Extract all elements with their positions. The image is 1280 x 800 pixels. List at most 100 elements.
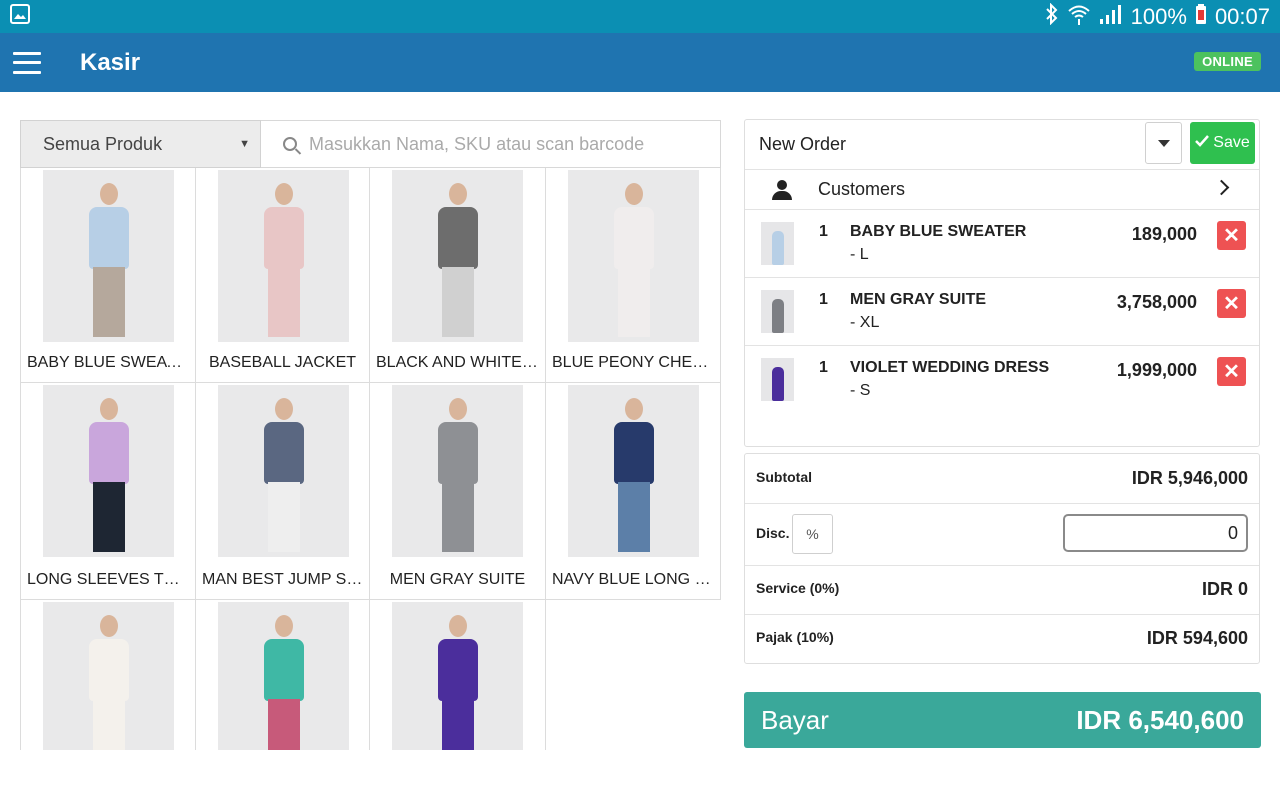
category-select[interactable]: Semua Produk ▼ xyxy=(20,120,261,168)
product-tile[interactable] xyxy=(20,600,196,750)
battery-icon xyxy=(1195,3,1207,30)
product-image xyxy=(43,385,174,557)
product-tile[interactable]: BASEBALL JACKET xyxy=(196,168,370,383)
order-header: New Order Save xyxy=(745,120,1259,170)
order-item-thumbnail xyxy=(761,222,794,265)
product-name: BASEBALL JACKET xyxy=(208,354,357,371)
order-item-variant: - XL xyxy=(850,314,880,331)
product-tile[interactable] xyxy=(196,600,370,750)
product-tile[interactable]: BLUE PEONY CHEO... xyxy=(546,168,721,383)
order-item-price: 1,999,000 xyxy=(1116,360,1197,380)
app-bar: Kasir ONLINE xyxy=(0,33,1280,92)
image-icon xyxy=(10,4,30,29)
order-item-name: BABY BLUE SWEATER xyxy=(850,223,1027,240)
remove-item-button[interactable]: ✕ xyxy=(1217,289,1246,318)
category-select-value: Semua Produk xyxy=(43,133,163,154)
pay-button[interactable]: Bayar IDR 6,540,600 xyxy=(744,692,1261,748)
totals-panel: Subtotal IDR 5,946,000 Disc. % Service (… xyxy=(744,453,1260,664)
product-image xyxy=(392,602,523,750)
product-name: LONG SLEEVES TSHI... xyxy=(27,571,195,588)
product-image xyxy=(392,385,523,557)
order-item-name: MEN GRAY SUITE xyxy=(850,291,987,308)
product-name: MAN BEST JUMP SU... xyxy=(202,571,369,588)
product-image xyxy=(43,602,174,750)
product-tile[interactable] xyxy=(370,600,546,750)
status-bar: 100% 00:07 xyxy=(0,0,1280,33)
product-tile[interactable]: BABY BLUE SWEATER xyxy=(20,168,196,383)
customers-row[interactable]: Customers xyxy=(745,170,1259,210)
person-icon xyxy=(771,179,793,200)
clock: 00:07 xyxy=(1214,3,1270,29)
chevron-right-icon xyxy=(1213,179,1230,196)
remove-item-button[interactable]: ✕ xyxy=(1217,357,1246,386)
order-item[interactable]: 1 VIOLET WEDDING DRESS - S 1,999,000 ✕ xyxy=(745,346,1259,414)
product-tile[interactable]: LONG SLEEVES TSHI... xyxy=(20,383,196,600)
close-icon: ✕ xyxy=(1223,361,1240,383)
discount-row: Disc. % xyxy=(745,504,1259,566)
order-item-variant: - L xyxy=(850,246,869,263)
order-item-variant: - S xyxy=(850,382,871,399)
product-tile[interactable]: MAN BEST JUMP SU... xyxy=(196,383,370,600)
tax-row: Pajak (10%) IDR 594,600 xyxy=(745,615,1259,663)
product-image xyxy=(568,385,699,557)
chevron-down-icon: ▼ xyxy=(239,138,250,150)
product-tile[interactable]: NAVY BLUE LONG S... xyxy=(546,383,721,600)
save-label: Save xyxy=(1213,134,1250,151)
product-image xyxy=(392,170,523,342)
close-icon: ✕ xyxy=(1223,225,1240,247)
status-badge: ONLINE xyxy=(1194,52,1261,71)
order-title: New Order xyxy=(759,134,847,154)
battery-percent: 100% xyxy=(1130,3,1187,29)
service-label: Service (0%) xyxy=(756,580,840,596)
tax-value: IDR 594,600 xyxy=(1146,628,1248,648)
remove-item-button[interactable]: ✕ xyxy=(1217,221,1246,250)
close-icon: ✕ xyxy=(1223,293,1240,315)
save-button[interactable]: Save xyxy=(1190,122,1255,164)
product-name: NAVY BLUE LONG S... xyxy=(552,571,719,588)
page-title: Kasir xyxy=(80,48,141,76)
product-image xyxy=(218,602,349,750)
search-icon xyxy=(283,137,297,151)
customers-label: Customers xyxy=(818,179,906,199)
wifi-icon xyxy=(1067,3,1091,30)
order-item[interactable]: 1 BABY BLUE SWEATER - L 189,000 ✕ xyxy=(745,210,1259,278)
order-item-thumbnail xyxy=(761,358,794,401)
menu-icon[interactable] xyxy=(13,51,41,74)
order-item-price: 3,758,000 xyxy=(1116,292,1197,312)
search-input[interactable]: Masukkan Nama, SKU atau scan barcode xyxy=(261,120,721,168)
subtotal-label: Subtotal xyxy=(756,469,812,485)
tax-label: Pajak (10%) xyxy=(756,629,834,645)
discount-percent-toggle[interactable]: % xyxy=(792,514,833,554)
discount-input[interactable] xyxy=(1063,514,1248,552)
product-grid: BABY BLUE SWEATER BASEBALL JACKET BLACK AN… xyxy=(20,168,721,750)
product-tile[interactable]: BLACK AND WHITE ... xyxy=(370,168,546,383)
subtotal-value: IDR 5,946,000 xyxy=(1131,468,1248,488)
subtotal-row: Subtotal IDR 5,946,000 xyxy=(745,454,1259,504)
product-image xyxy=(43,170,174,342)
pay-total: IDR 6,540,600 xyxy=(1076,704,1244,735)
service-row: Service (0%) IDR 0 xyxy=(745,566,1259,615)
product-name: BLUE PEONY CHEO... xyxy=(552,354,718,371)
bluetooth-icon xyxy=(1045,2,1059,30)
product-image xyxy=(218,170,349,342)
product-image xyxy=(218,385,349,557)
product-tile[interactable]: MEN GRAY SUITE xyxy=(370,383,546,600)
order-dropdown-button[interactable] xyxy=(1145,122,1182,164)
pay-label: Bayar xyxy=(761,704,829,735)
search-placeholder: Masukkan Nama, SKU atau scan barcode xyxy=(309,133,645,154)
product-image xyxy=(568,170,699,342)
discount-label: Disc. xyxy=(756,525,790,541)
service-value: IDR 0 xyxy=(1201,579,1248,599)
order-item-qty: 1 xyxy=(819,291,828,308)
order-item-name: VIOLET WEDDING DRESS xyxy=(850,359,1050,376)
product-name: BABY BLUE SWEATER xyxy=(27,354,195,371)
product-name: BLACK AND WHITE ... xyxy=(376,354,540,371)
product-name: MEN GRAY SUITE xyxy=(389,571,526,588)
order-item-qty: 1 xyxy=(819,359,828,376)
check-icon xyxy=(1195,134,1210,152)
order-item-qty: 1 xyxy=(819,223,828,240)
filter-row: Semua Produk ▼ Masukkan Nama, SKU atau s… xyxy=(20,120,721,168)
signal-icon xyxy=(1099,3,1123,30)
order-items: 1 BABY BLUE SWEATER - L 189,000 ✕ 1 MEN GRAY S… xyxy=(745,210,1259,414)
order-item[interactable]: 1 MEN GRAY SUITE - XL 3,758,000 ✕ xyxy=(745,278,1259,346)
